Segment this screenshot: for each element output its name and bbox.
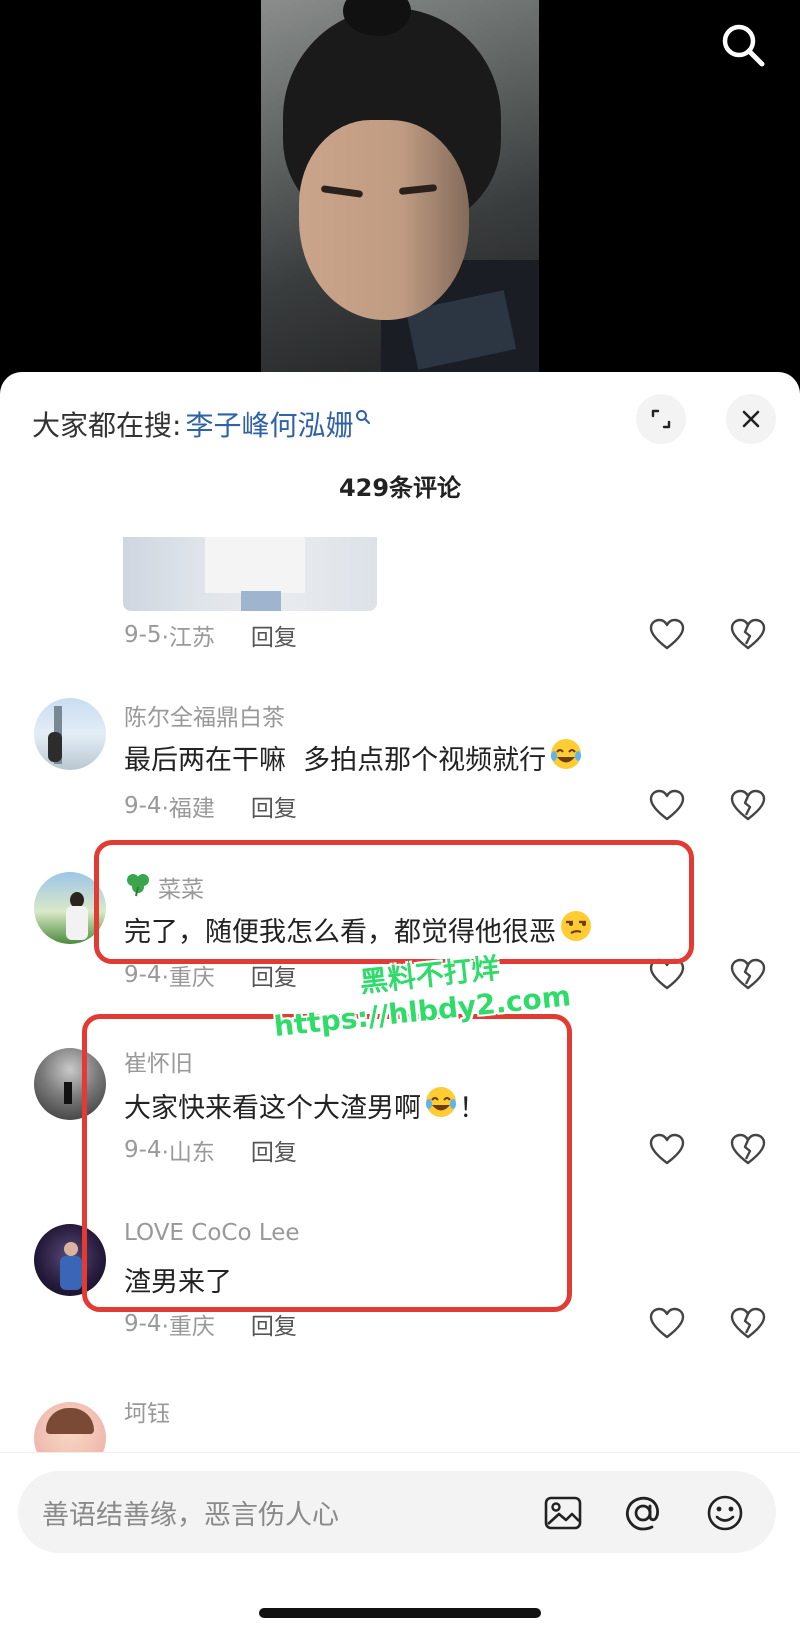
expand-button[interactable] — [636, 394, 686, 444]
clover-icon — [124, 871, 152, 903]
broken-heart-icon[interactable] — [728, 1304, 768, 1344]
comment-username[interactable]: 菜菜 — [124, 870, 204, 904]
comment-input-bar: 善语结善缘，恶言伤人心 — [0, 1452, 800, 1635]
reply-button[interactable]: 回复 — [251, 1133, 297, 1167]
heart-icon[interactable] — [647, 615, 687, 655]
comment-location: ·重庆 — [161, 965, 215, 991]
video-player[interactable] — [0, 0, 800, 390]
comment-text: 大家快来看这个大渣男啊 ！ — [124, 1082, 486, 1128]
comment-location: ·重庆 — [161, 1314, 215, 1340]
broken-heart-icon[interactable] — [728, 615, 768, 655]
video-frame — [261, 0, 539, 390]
comment-meta: 9-5 ·江苏 回复 — [124, 617, 297, 653]
heart-icon[interactable] — [647, 1304, 687, 1344]
comment-meta: 9-4 ·重庆 回复 — [124, 1306, 297, 1342]
close-icon — [742, 410, 760, 428]
comment-location: ·福建 — [161, 796, 215, 822]
laughing-emoji-icon — [423, 1084, 459, 1127]
avatar[interactable] — [34, 872, 106, 944]
heart-icon[interactable] — [647, 786, 687, 826]
reply-button[interactable]: 回复 — [251, 958, 297, 992]
comment-date: 9-5 — [124, 622, 162, 648]
comment-text-content: 完了，随便我怎么看，都觉得他很恶 — [124, 916, 556, 948]
reply-button[interactable]: 回复 — [251, 1307, 297, 1341]
image-icon[interactable] — [542, 1492, 584, 1534]
comment-text: 渣男来了 — [124, 1266, 232, 1298]
avatar[interactable] — [34, 1048, 106, 1120]
comment-date: 9-4 — [124, 1311, 162, 1337]
heart-icon[interactable] — [647, 1130, 687, 1170]
comment-username[interactable]: LOVE CoCo Lee — [124, 1220, 300, 1246]
reply-button[interactable]: 回复 — [251, 789, 297, 823]
avatar[interactable] — [34, 1224, 106, 1296]
comment-input[interactable]: 善语结善缘，恶言伤人心 — [18, 1471, 776, 1553]
small-search-icon — [355, 409, 371, 439]
at-mention-icon[interactable] — [622, 1492, 664, 1534]
comment-username[interactable]: 崔怀旧 — [124, 1044, 193, 1078]
laughing-emoji-icon — [548, 736, 584, 779]
expand-icon — [651, 409, 671, 429]
trending-search-prefix: 大家都在搜: — [32, 409, 182, 442]
comment-text: 完了，随便我怎么看，都觉得他很恶 — [124, 906, 594, 952]
comment-username-text: 菜菜 — [158, 877, 204, 903]
comment-text: 最后两在干嘛 多拍点那个视频就行 — [124, 734, 584, 780]
comment-sheet: 大家都在搜: 李子峰何泓姗 429条评论 9-5 ·江苏 回复 陈尔全福鼎白茶 … — [0, 372, 800, 1635]
comment-username[interactable]: 坷钰 — [124, 1394, 170, 1428]
comment-input-placeholder: 善语结善缘，恶言伤人心 — [42, 1499, 339, 1531]
close-button[interactable] — [726, 394, 776, 444]
comment-meta: 9-4 ·福建 回复 — [124, 788, 297, 824]
trending-search[interactable]: 大家都在搜: 李子峰何泓姗 — [32, 402, 371, 446]
avatar[interactable] — [34, 698, 106, 770]
broken-heart-icon[interactable] — [728, 955, 768, 995]
comment-username[interactable]: 陈尔全福鼎白茶 — [124, 698, 285, 732]
comment-meta: 9-4 ·山东 回复 — [124, 1132, 297, 1168]
comment-text-content: 最后两在干嘛 多拍点那个视频就行 — [124, 744, 547, 776]
comment-location: ·江苏 — [161, 625, 215, 651]
comment-location: ·山东 — [161, 1140, 215, 1166]
comment-text-suffix: ！ — [459, 1092, 486, 1124]
comment-date: 9-4 — [124, 793, 162, 819]
comment-date: 9-4 — [124, 962, 162, 988]
reply-button[interactable]: 回复 — [251, 618, 297, 652]
comment-date: 9-4 — [124, 1137, 162, 1163]
search-icon[interactable] — [718, 20, 768, 70]
comment-count: 429条评论 — [338, 474, 462, 502]
unamused-emoji-icon — [558, 908, 594, 951]
broken-heart-icon[interactable] — [728, 786, 768, 826]
broken-heart-icon[interactable] — [728, 1130, 768, 1170]
comment-text-content: 大家快来看这个大渣男啊 — [124, 1092, 421, 1124]
emoji-icon[interactable] — [704, 1492, 746, 1534]
trending-search-link[interactable]: 李子峰何泓姗 — [185, 404, 353, 444]
home-indicator[interactable] — [259, 1608, 541, 1618]
comment-image[interactable] — [123, 537, 377, 611]
comment-meta: 9-4 ·重庆 回复 — [124, 957, 297, 993]
heart-icon[interactable] — [647, 955, 687, 995]
